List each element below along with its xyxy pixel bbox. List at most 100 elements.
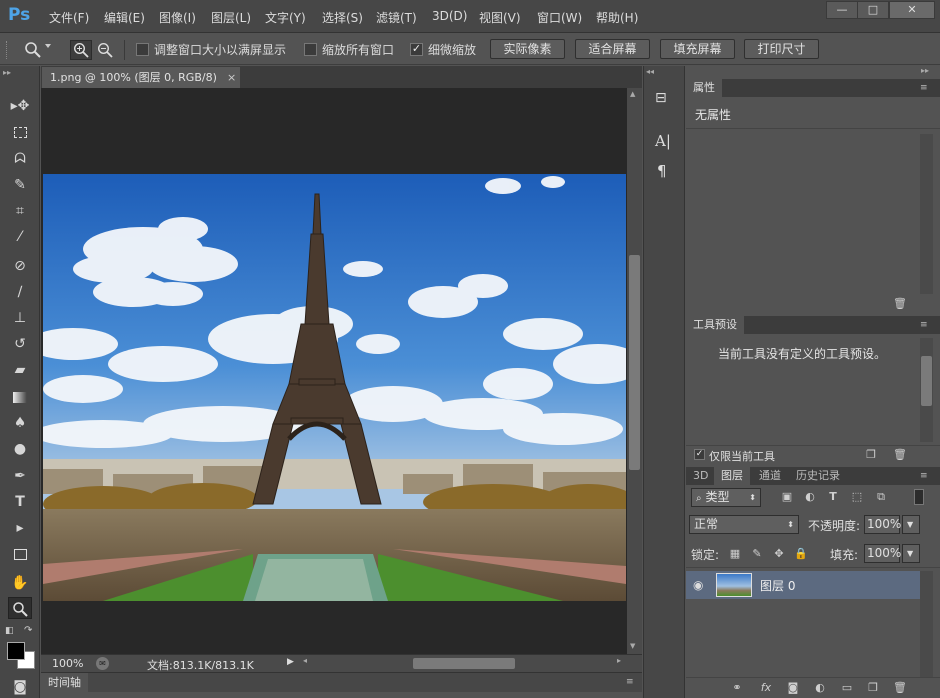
tool-presets-menu-icon[interactable]: ≡	[920, 320, 932, 330]
collapse-toolbox-icon[interactable]: ▸▸	[3, 68, 11, 77]
marquee-tool-icon[interactable]	[8, 121, 32, 143]
clone-stamp-tool-icon[interactable]: ⊥	[8, 307, 32, 329]
fill-screen-button[interactable]: 填充屏幕	[660, 39, 735, 59]
healing-brush-tool-icon[interactable]: ⊘	[8, 255, 32, 277]
crop-tool-icon[interactable]: ⌗	[8, 200, 32, 222]
zoom-level[interactable]: 100%	[52, 657, 83, 670]
filter-smart-object-icon[interactable]: ⧉	[874, 490, 888, 504]
lock-all-icon[interactable]: 🔒	[794, 547, 808, 561]
tool-presets-dock-icon[interactable]: ⊟	[655, 90, 667, 106]
lock-image-icon[interactable]: ✎	[750, 547, 764, 561]
layer-filter-select[interactable]: ⌕ 类型 ⬍	[691, 488, 761, 507]
layer-name[interactable]: 图层 0	[760, 577, 795, 594]
filter-type-icon[interactable]: T	[826, 490, 840, 504]
delete-preset-icon[interactable]: 🗑	[893, 448, 907, 462]
timeline-tab[interactable]: 时间轴	[41, 673, 88, 692]
menu-file[interactable]: 文件(F)	[49, 9, 89, 26]
quick-selection-tool-icon[interactable]: ✎	[8, 174, 32, 196]
blur-tool-icon[interactable]: ♠	[8, 412, 32, 434]
filter-pixel-icon[interactable]: ▣	[780, 490, 794, 504]
default-colors-icon[interactable]: ◧	[5, 626, 14, 636]
opacity-dropdown-icon[interactable]: ▼	[902, 515, 920, 534]
grip-handle[interactable]	[6, 41, 10, 59]
menu-filter[interactable]: 滤镜(T)	[376, 9, 417, 26]
rectangle-tool-icon[interactable]	[8, 543, 32, 565]
opacity-input[interactable]: 100%	[864, 515, 901, 534]
resize-windows-checkbox[interactable]	[136, 43, 149, 56]
character-panel-icon[interactable]: A|	[655, 132, 671, 150]
vertical-scroll-thumb[interactable]	[629, 255, 640, 470]
print-size-button[interactable]: 打印尺寸	[744, 39, 819, 59]
menu-select[interactable]: 选择(S)	[322, 9, 363, 26]
tool-presets-scroll-thumb[interactable]	[921, 356, 932, 406]
paragraph-panel-icon[interactable]: ¶	[657, 162, 667, 180]
gradient-tool-icon[interactable]	[8, 386, 32, 408]
filter-toggle-icon[interactable]	[914, 489, 924, 505]
filter-adjustment-icon[interactable]: ◐	[803, 490, 817, 504]
zoom-tool-active-icon[interactable]	[8, 597, 32, 619]
tab-3d[interactable]: 3D	[686, 467, 715, 485]
tool-presets-tab[interactable]: 工具预设	[686, 316, 744, 334]
horizontal-scroll-thumb[interactable]	[413, 658, 515, 669]
close-tab-icon[interactable]: ×	[227, 67, 236, 88]
scroll-up-arrow-icon[interactable]: ▲	[630, 90, 635, 98]
fill-dropdown-icon[interactable]: ▼	[902, 544, 920, 563]
dodge-tool-icon[interactable]: ●	[8, 438, 32, 460]
lock-transparent-icon[interactable]: ▦	[728, 547, 742, 561]
properties-menu-icon[interactable]: ≡	[920, 83, 932, 93]
menu-view[interactable]: 视图(V)	[479, 9, 521, 26]
properties-delete-icon[interactable]: 🗑	[893, 297, 907, 311]
tool-preset-dropdown-icon[interactable]	[45, 44, 51, 48]
minimize-button[interactable]: —	[826, 1, 858, 19]
foreground-color-swatch[interactable]	[7, 642, 25, 660]
menu-layer[interactable]: 图层(L)	[211, 9, 251, 26]
layers-menu-icon[interactable]: ≡	[920, 471, 932, 481]
eiffel-tower-photo[interactable]	[43, 174, 626, 601]
menu-window[interactable]: 窗口(W)	[537, 9, 582, 26]
tab-layers[interactable]: 图层	[714, 467, 750, 485]
path-selection-tool-icon[interactable]: ▸	[8, 517, 32, 539]
fill-input[interactable]: 100%	[864, 544, 901, 563]
eraser-tool-icon[interactable]: ▰	[8, 359, 32, 381]
type-tool-icon[interactable]: T	[8, 491, 32, 513]
current-tool-only-checkbox[interactable]: ✓	[694, 449, 705, 460]
actual-pixels-button[interactable]: 实际像素	[490, 39, 565, 59]
menu-help[interactable]: 帮助(H)	[596, 9, 638, 26]
properties-tab[interactable]: 属性	[686, 79, 722, 97]
eyedropper-tool-icon[interactable]: ⁄	[8, 226, 32, 248]
add-mask-icon[interactable]: ◙	[786, 681, 800, 695]
status-share-icon[interactable]: ✉	[96, 657, 109, 670]
filter-shape-icon[interactable]: ⬚	[850, 490, 864, 504]
scroll-left-arrow-icon[interactable]: ◂	[303, 656, 307, 665]
swap-colors-icon[interactable]: ↷	[24, 625, 32, 636]
collapse-right-dock-icon[interactable]: ▸▸	[921, 66, 929, 75]
link-layers-icon[interactable]: ⚭	[730, 681, 744, 695]
pen-tool-icon[interactable]: ✒	[8, 465, 32, 487]
tab-channels[interactable]: 通道	[752, 467, 788, 485]
brush-tool-icon[interactable]: ∕	[8, 281, 32, 303]
zoom-all-windows-checkbox[interactable]	[304, 43, 317, 56]
expand-dock-icon[interactable]: ◂◂	[646, 67, 654, 76]
menu-edit[interactable]: 编辑(E)	[104, 9, 145, 26]
hand-tool-icon[interactable]: ✋	[8, 572, 32, 594]
fit-screen-button[interactable]: 适合屏幕	[575, 39, 650, 59]
status-menu-arrow-icon[interactable]: ▶	[287, 657, 294, 667]
tab-history[interactable]: 历史记录	[789, 467, 847, 485]
delete-layer-icon[interactable]: 🗑	[893, 681, 907, 695]
zoom-tool-icon[interactable]	[24, 41, 42, 59]
maximize-button[interactable]: □	[857, 1, 889, 19]
history-brush-tool-icon[interactable]: ↺	[8, 333, 32, 355]
lasso-tool-icon[interactable]: ᗣ	[8, 148, 32, 170]
menu-3d[interactable]: 3D(D)	[432, 9, 467, 23]
move-tool-icon[interactable]: ▸✥	[8, 95, 32, 117]
new-layer-icon[interactable]: ❐	[866, 681, 880, 695]
layer-style-fx-icon[interactable]: fx	[759, 681, 773, 695]
close-button[interactable]: ✕	[889, 1, 935, 19]
new-adjustment-layer-icon[interactable]: ◐	[813, 681, 827, 695]
lock-position-icon[interactable]: ✥	[772, 547, 786, 561]
scroll-down-arrow-icon[interactable]: ▼	[630, 642, 635, 650]
menu-image[interactable]: 图像(I)	[159, 9, 196, 26]
scroll-right-arrow-icon[interactable]: ▸	[617, 656, 621, 665]
menu-type[interactable]: 文字(Y)	[265, 9, 306, 26]
new-preset-icon[interactable]: ❐	[864, 448, 878, 462]
